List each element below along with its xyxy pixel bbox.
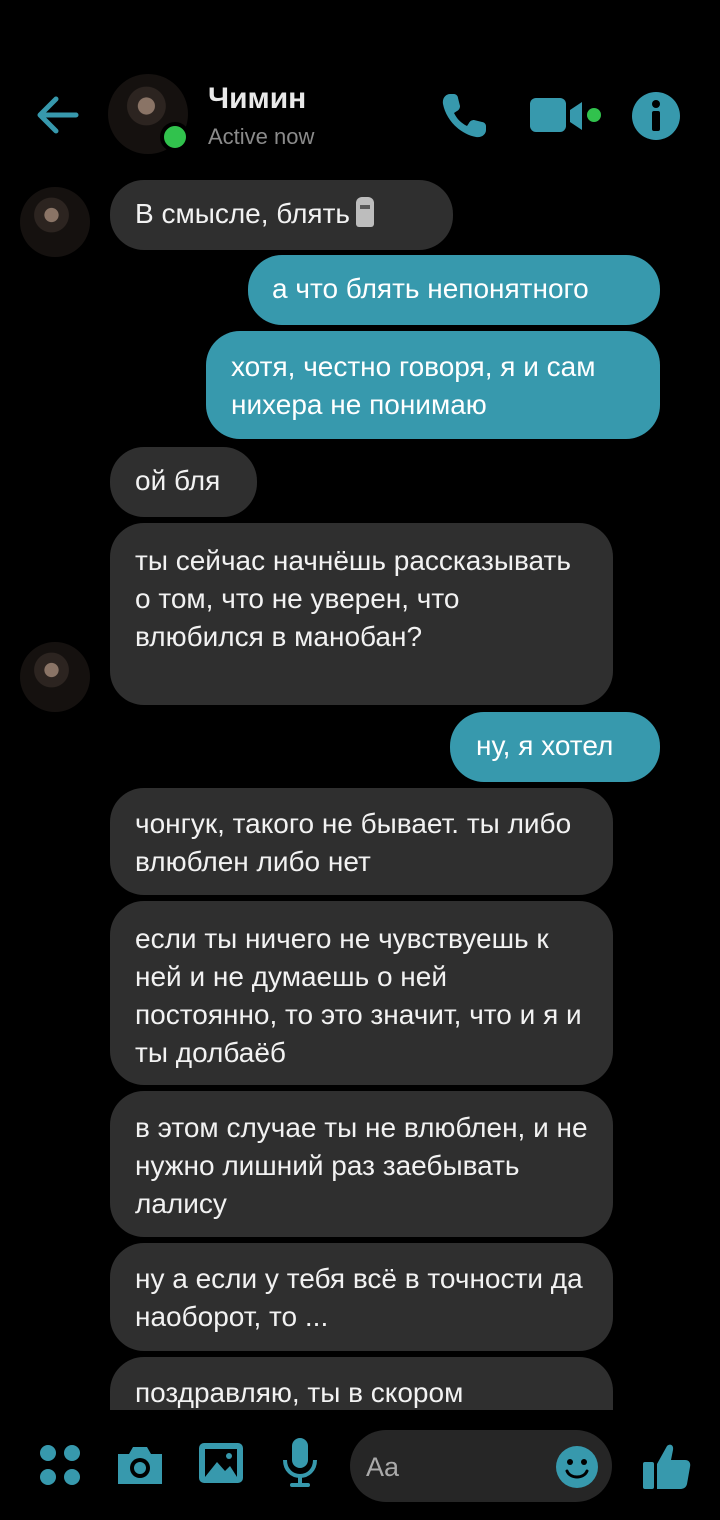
emoji-icon[interactable] (554, 1444, 600, 1490)
microphone-icon[interactable] (280, 1436, 320, 1490)
message-text: ну, я хотел (476, 730, 614, 761)
message-bubble-incoming[interactable]: если ты ничего не чувствуешь к ней и не … (110, 901, 613, 1085)
back-arrow-icon[interactable] (30, 88, 84, 142)
message-bubble-incoming[interactable]: чонгук, такого не бывает. ты либо влюбле… (110, 788, 613, 895)
video-call-icon[interactable] (526, 88, 604, 144)
message-bubble-incoming[interactable]: ну а если у тебя всё в точности да наобо… (110, 1243, 613, 1351)
message-text: ну а если у тебя всё в точности да наобо… (135, 1263, 583, 1332)
phone-icon[interactable] (436, 88, 492, 144)
sender-avatar[interactable] (20, 187, 90, 257)
contact-name[interactable]: Чимин (208, 82, 306, 116)
message-text: если ты ничего не чувствуешь к ней и не … (135, 923, 582, 1068)
message-bubble-incoming[interactable]: ты сейчас начнёшь рассказывать о том, чт… (110, 523, 613, 705)
message-text: ты сейчас начнёшь рассказывать о том, чт… (135, 545, 571, 652)
message-text: поздравляю, ты в скором (135, 1377, 464, 1408)
message-input-box[interactable] (350, 1430, 612, 1502)
message-bubble-incoming[interactable]: в этом случае ты не влюблен, и не нужно … (110, 1091, 613, 1237)
message-bubble-incoming[interactable]: поздравляю, ты в скором (110, 1357, 613, 1410)
message-text: хотя, честно говоря, я и сам нихера не п… (231, 351, 596, 420)
message-text: чонгук, такого не бывает. ты либо влюбле… (135, 808, 572, 877)
message-bubble-outgoing[interactable]: а что блять непонятного (248, 255, 660, 325)
contact-avatar[interactable] (108, 74, 190, 154)
sender-avatar[interactable] (20, 642, 90, 712)
message-text: а что блять непонятного (272, 273, 589, 304)
info-icon[interactable] (630, 90, 682, 142)
message-bubble-incoming[interactable]: В смысле, блять (110, 180, 453, 250)
moai-icon (356, 197, 374, 227)
chat-header: Чимин Active now (0, 0, 720, 175)
message-bubble-outgoing[interactable]: ну, я хотел (450, 712, 660, 782)
thumbs-up-icon[interactable] (640, 1440, 692, 1492)
message-input[interactable] (364, 1440, 548, 1494)
message-text: В смысле, блять (135, 198, 350, 229)
message-bubble-incoming[interactable]: ой бля (110, 447, 257, 517)
message-bubble-outgoing[interactable]: хотя, честно говоря, я и сам нихера не п… (206, 331, 660, 439)
message-text: в этом случае ты не влюблен, и не нужно … (135, 1112, 588, 1219)
message-list[interactable]: В смысле, блять а что блять непонятного … (0, 175, 720, 1410)
apps-icon[interactable] (38, 1443, 82, 1487)
message-text: ой бля (135, 465, 221, 496)
contact-status: Active now (208, 124, 315, 149)
gallery-icon[interactable] (196, 1440, 246, 1486)
online-indicator (160, 122, 190, 152)
camera-icon[interactable] (114, 1442, 166, 1488)
